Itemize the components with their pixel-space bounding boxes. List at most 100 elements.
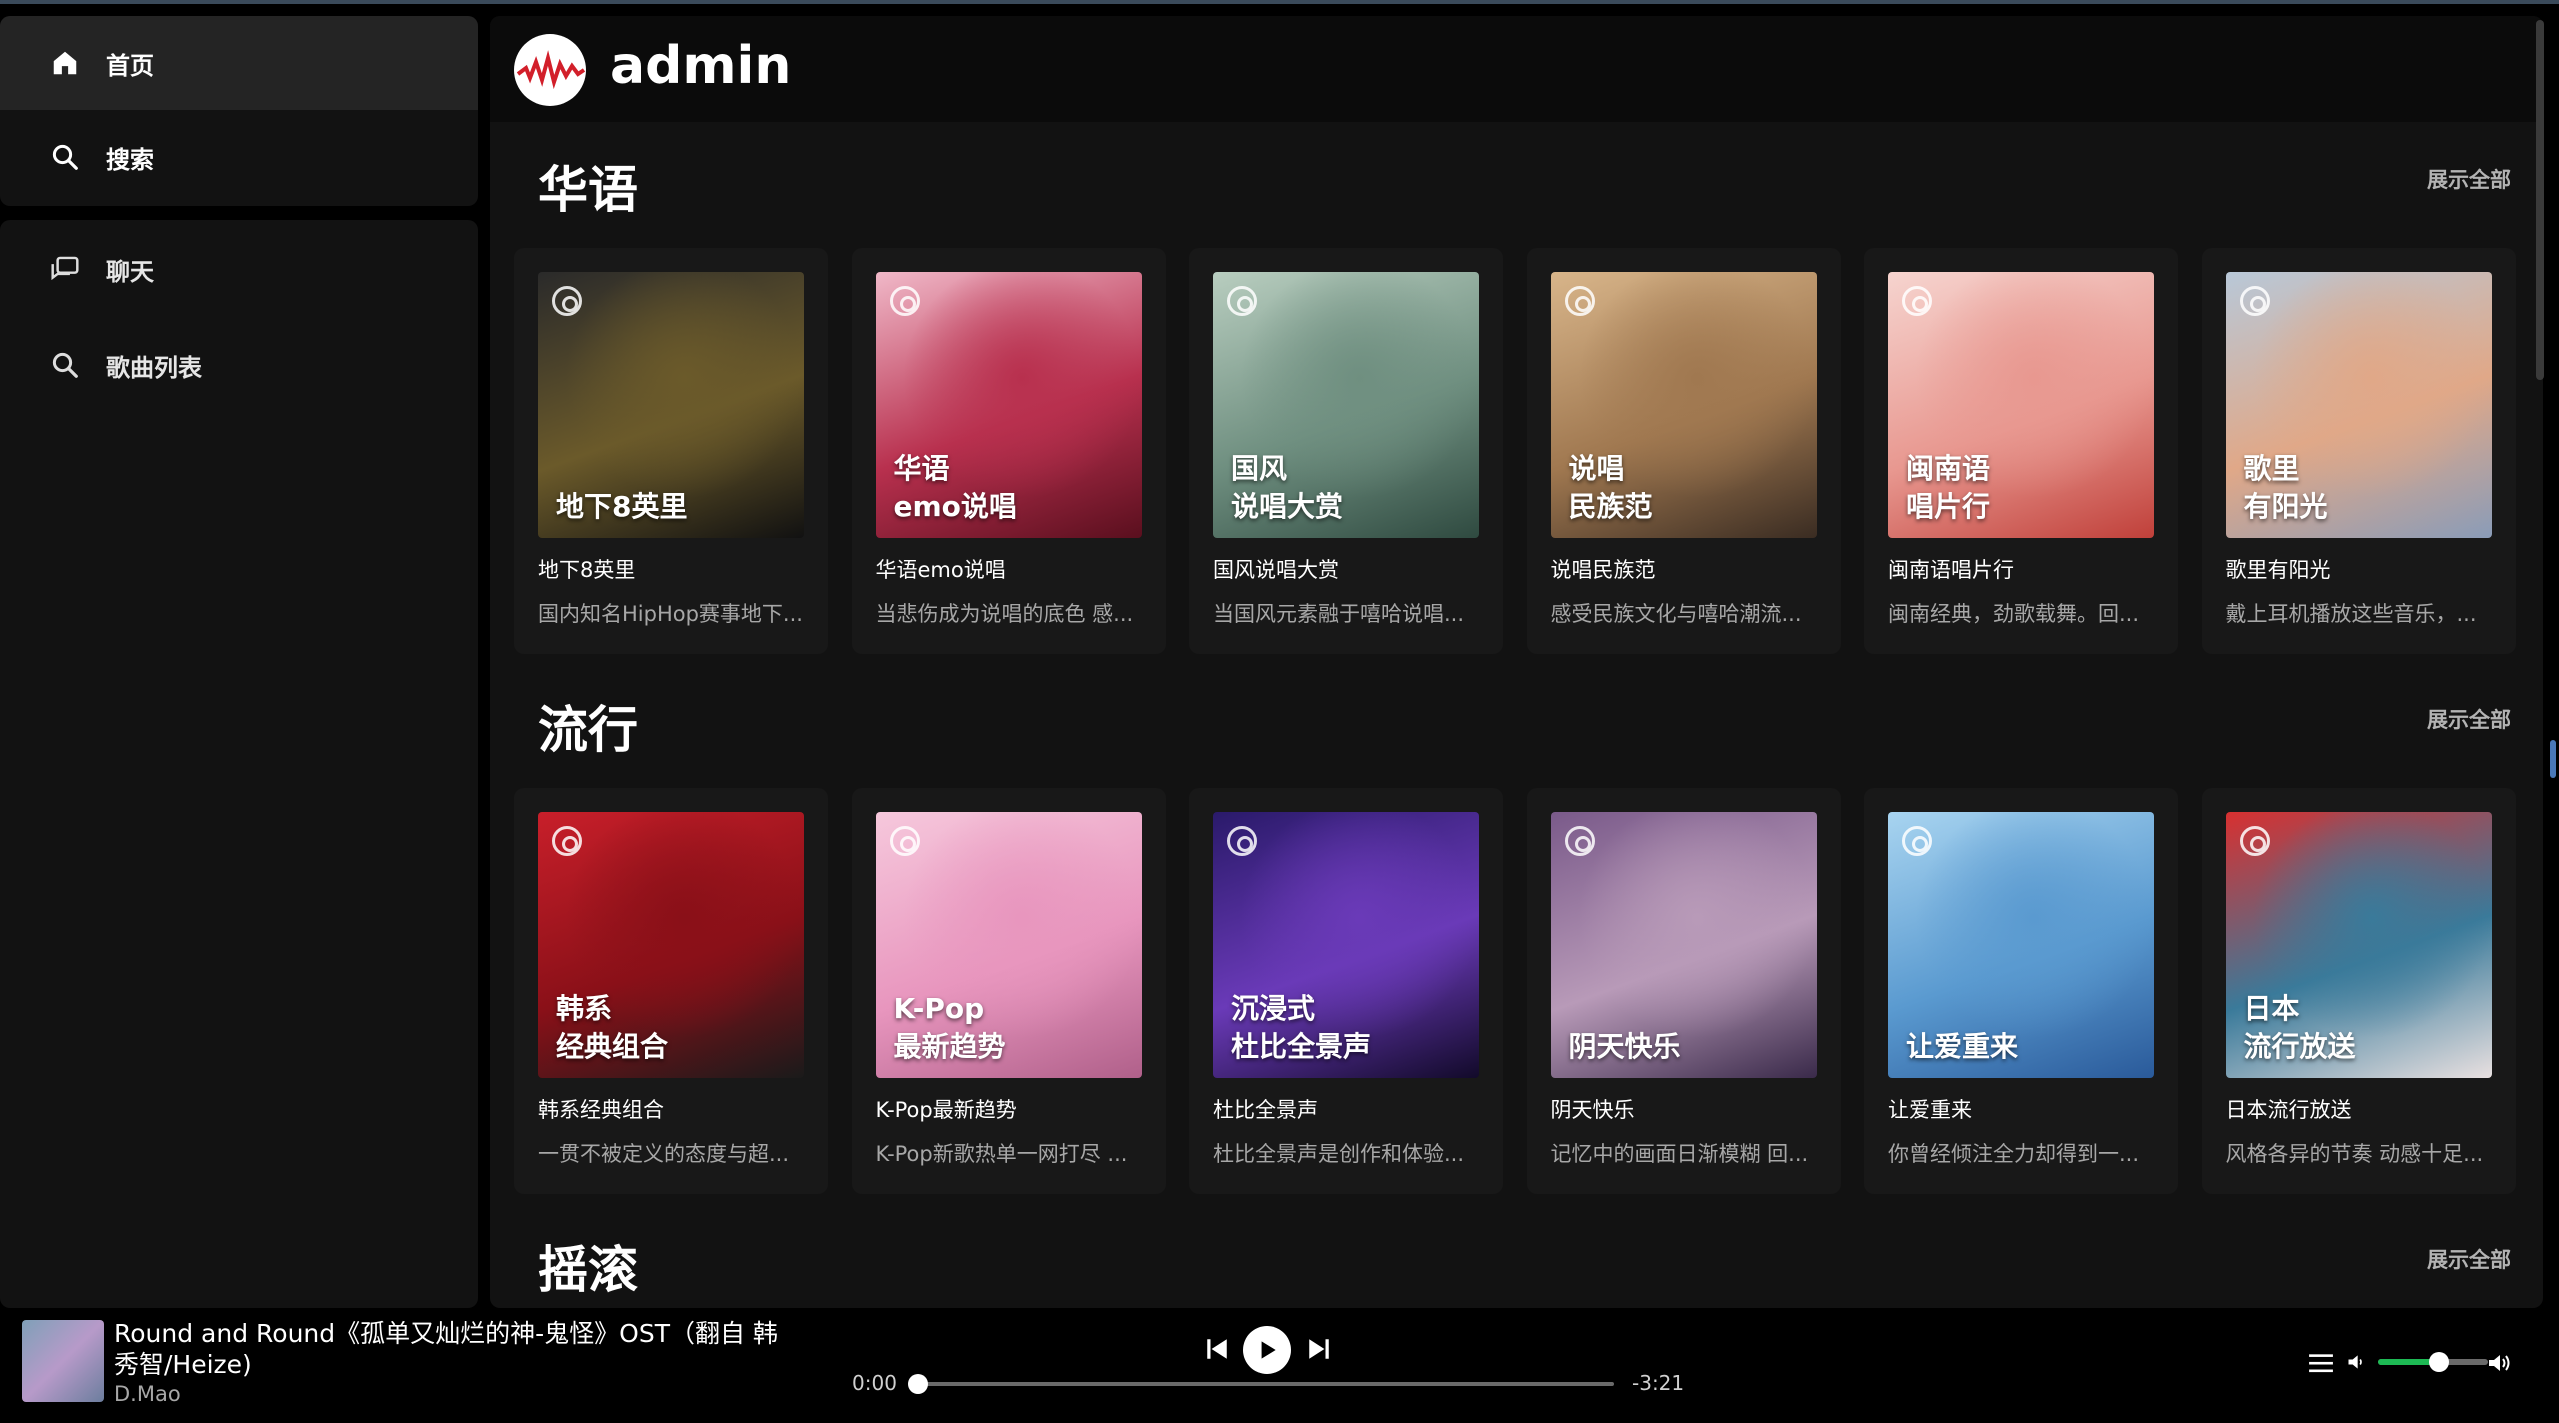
playlist-cover[interactable]: 沉浸式 杜比全景声 — [1213, 812, 1479, 1078]
netease-logo-icon — [2239, 826, 2270, 856]
window-edge-marker — [2550, 740, 2556, 778]
window-top-edge — [0, 0, 2559, 4]
cover-overlay-text: 让爱重来 — [1906, 1030, 2019, 1064]
netease-logo-icon — [1564, 826, 1595, 856]
playlist-card[interactable]: 日本 流行放送日本流行放送风格各异的节奏 动感十足... — [2201, 788, 2516, 1194]
playlist-card[interactable]: 韩系 经典组合 韩系经典组合 一贯不被定义的态度与超... — [514, 788, 828, 1194]
cover-overlay-text: 国风 说唱大赏 — [1231, 452, 1344, 524]
netease-logo-icon — [889, 286, 920, 316]
netease-logo-icon — [2239, 286, 2270, 316]
now-playing-artist[interactable]: D.Mao — [114, 1382, 181, 1406]
playlist-card[interactable]: 国风 说唱大赏 国风说唱大赏 当国风元素融于嘻哈说唱... — [1189, 248, 1503, 654]
sidebar-item-chat[interactable]: 聊天 — [0, 222, 478, 316]
playlist-cover[interactable]: 阴天快乐 — [1550, 812, 1817, 1078]
playlist-description: K-Pop新歌热单一网打尽 ... — [875, 1142, 1128, 1166]
progress-handle[interactable] — [908, 1374, 928, 1394]
playlist-cover[interactable]: 闽南语 唱片行 — [1888, 272, 2154, 538]
playlist-title: 地下8英里 — [538, 558, 636, 582]
section-title-huayu: 华语 — [538, 161, 638, 219]
sidebar-item-song-list[interactable]: 歌曲列表 — [0, 318, 478, 412]
sidebar-item-label: 搜索 — [106, 145, 154, 174]
playlist-title: K-Pop最新趋势 — [875, 1098, 1017, 1122]
playlist-title: 国风说唱大赏 — [1213, 558, 1339, 582]
playlist-description: 国内知名HipHop赛事地下... — [538, 602, 803, 626]
next-icon — [1309, 1339, 1329, 1359]
playlist-card[interactable]: 说唱 民族范说唱民族范感受民族文化与嘻哈潮流... — [1526, 248, 1841, 654]
cover-overlay-text: 说唱 民族范 — [1568, 452, 1653, 524]
volume-handle[interactable] — [2428, 1352, 2449, 1372]
cover-overlay-text: 地下8英里 — [556, 490, 688, 524]
playlist-title: 韩系经典组合 — [538, 1098, 664, 1122]
netease-logo-icon — [1902, 286, 1932, 316]
playlist-card[interactable]: 地下8英里 地下8英里 国内知名HipHop赛事地下... — [514, 248, 828, 654]
playlist-card[interactable]: 让爱重来 让爱重来 你曾经倾注全力却得到一... — [1864, 788, 2178, 1194]
main-content: admin 华语 展示全部 地下8英里 地下8英里 国内知名HipHop赛事地下..… — [490, 16, 2543, 1308]
playlist-description: 感受民族文化与嘻哈潮流... — [1550, 602, 1802, 626]
cover-overlay-text: 韩系 经典组合 — [556, 992, 669, 1064]
netease-logo-icon — [1227, 286, 1257, 316]
show-all-button[interactable]: 展示全部 — [2427, 704, 2511, 734]
player-bar: Round and Round《孤单又灿烂的神-鬼怪》OST（翻自 韩秀智/He… — [0, 1310, 2559, 1423]
playlist-cover[interactable]: 华语 emo说唱 — [875, 272, 1142, 538]
playlist-cover[interactable]: 韩系 经典组合 — [538, 812, 804, 1078]
playlist-title: 日本流行放送 — [2225, 1098, 2352, 1122]
play-button[interactable] — [1243, 1326, 1291, 1374]
now-playing-title[interactable]: Round and Round《孤单又灿烂的神-鬼怪》OST（翻自 韩秀智/He… — [114, 1318, 794, 1380]
search-icon — [47, 347, 83, 383]
queue-button[interactable] — [2304, 1346, 2338, 1380]
playlist-cover[interactable]: 日本 流行放送 — [2225, 812, 2492, 1078]
playlist-card[interactable]: 华语 emo说唱 华语emo说唱 当悲伤成为说唱的底色 感... — [851, 248, 1166, 654]
playlist-cover[interactable]: 地下8英里 — [538, 272, 804, 538]
playlist-title: 闽南语唱片行 — [1888, 558, 2014, 582]
playlist-description: 杜比全景声是创作和体验... — [1213, 1142, 1465, 1166]
netease-logo-icon — [1227, 826, 1257, 856]
previous-button[interactable] — [1200, 1332, 1234, 1366]
section-title-yaogun: 摇滚 — [538, 1241, 638, 1299]
playlist-cover[interactable]: 歌里 有阳光 — [2225, 272, 2492, 538]
show-all-button[interactable]: 展示全部 — [2427, 164, 2511, 194]
volume-high-button[interactable] — [2482, 1346, 2516, 1380]
playlist-card[interactable]: 歌里 有阳光 歌里有阳光 戴上耳机播放这些音乐，... — [2201, 248, 2516, 654]
netease-logo-icon — [1902, 826, 1932, 856]
main-header: admin — [490, 16, 2543, 122]
playlist-title: 说唱民族范 — [1550, 558, 1656, 582]
progress-bar[interactable] — [914, 1382, 1614, 1386]
chat-icon — [47, 251, 83, 287]
section-title-liuxing: 流行 — [538, 701, 638, 759]
time-remaining: -3:21 — [1632, 1371, 1685, 1395]
sidebar-item-search[interactable]: 搜索 — [0, 110, 478, 204]
next-button[interactable] — [1302, 1332, 1336, 1366]
playlist-cover[interactable]: 让爱重来 — [1888, 812, 2154, 1078]
cover-overlay-text: 华语 emo说唱 — [893, 452, 1017, 524]
play-icon — [1261, 1341, 1276, 1359]
playlist-description: 闽南经典，劲歌载舞。回... — [1888, 602, 2140, 626]
queue-icon — [2309, 1354, 2333, 1373]
sidebar-item-home[interactable]: 首页 — [0, 16, 478, 110]
now-playing-cover[interactable] — [22, 1320, 104, 1402]
netease-logo-icon — [1564, 286, 1595, 316]
avatar[interactable] — [514, 34, 586, 106]
playlist-cover[interactable]: K-Pop 最新趋势 — [875, 812, 1142, 1078]
playlist-card[interactable]: 闽南语 唱片行闽南语唱片行闽南经典，劲歌载舞。回... — [1864, 248, 2178, 654]
playlist-description: 风格各异的节奏 动感十足... — [2225, 1142, 2484, 1166]
time-current: 0:00 — [852, 1371, 897, 1395]
show-all-button[interactable]: 展示全部 — [2427, 1244, 2511, 1274]
playlist-cover[interactable]: 国风 说唱大赏 — [1213, 272, 1479, 538]
sidebar-item-label: 聊天 — [106, 257, 154, 286]
netease-logo-icon — [552, 826, 582, 856]
sidebar-library: 聊天 歌曲列表 — [0, 220, 478, 1308]
playlist-title: 让爱重来 — [1888, 1098, 1972, 1122]
cover-overlay-text: 阴天快乐 — [1568, 1030, 1681, 1064]
sidebar-item-label: 首页 — [106, 51, 154, 80]
playlist-cover[interactable]: 说唱 民族范 — [1550, 272, 1817, 538]
sidebar-primary: 首页 搜索 — [0, 16, 478, 206]
volume-low-icon — [2348, 1355, 2362, 1369]
main-scrollbar[interactable] — [2536, 20, 2544, 380]
playlist-card[interactable]: K-Pop 最新趋势 K-Pop最新趋势 K-Pop新歌热单一网打尽 ... — [851, 788, 1166, 1194]
sidebar-item-label: 歌曲列表 — [106, 353, 202, 382]
playlist-description: 戴上耳机播放这些音乐，... — [2225, 602, 2477, 626]
cover-overlay-text: 歌里 有阳光 — [2243, 452, 2328, 524]
playlist-card[interactable]: 沉浸式 杜比全景声 杜比全景声 杜比全景声是创作和体验... — [1189, 788, 1503, 1194]
playlist-card[interactable]: 阴天快乐 阴天快乐 记忆中的画面日渐模糊 回... — [1526, 788, 1841, 1194]
volume-low-button[interactable] — [2342, 1348, 2370, 1376]
